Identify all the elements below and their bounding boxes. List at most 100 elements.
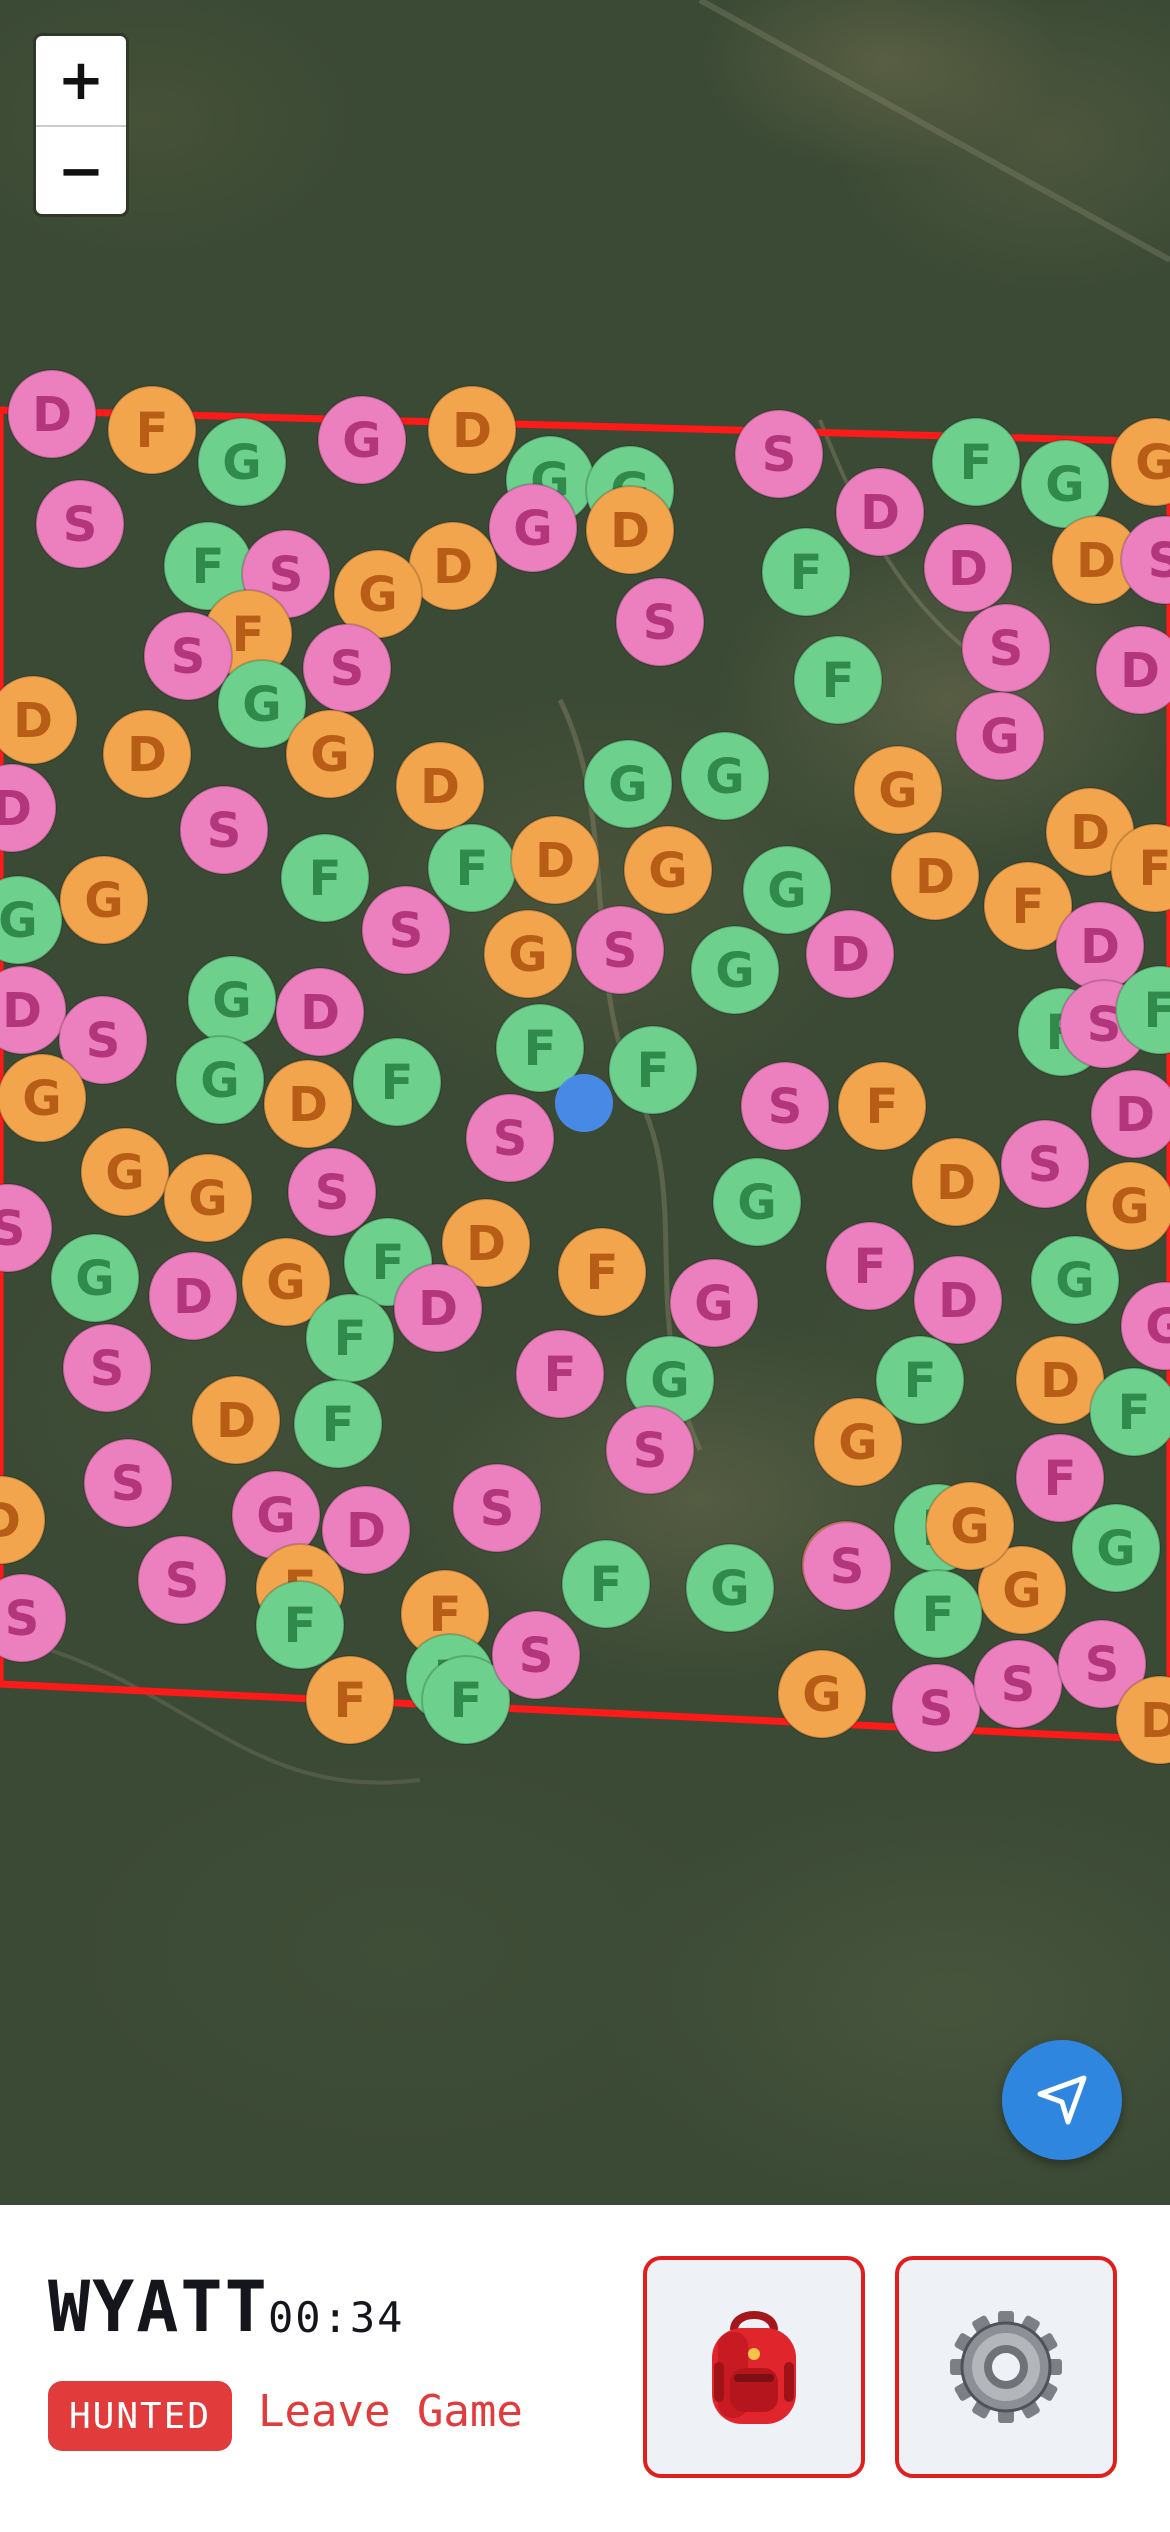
loot-marker[interactable]: F: [427, 823, 517, 913]
loot-marker[interactable]: S: [137, 1535, 227, 1625]
loot-marker[interactable]: S: [1000, 1119, 1090, 1209]
loot-marker[interactable]: G: [853, 745, 943, 835]
loot-marker[interactable]: S: [302, 623, 392, 713]
loot-marker[interactable]: G: [483, 909, 573, 999]
loot-marker[interactable]: G: [712, 1157, 802, 1247]
loot-marker[interactable]: G: [1110, 417, 1170, 507]
loot-marker[interactable]: G: [163, 1153, 253, 1243]
loot-marker[interactable]: F: [107, 385, 197, 475]
loot-marker[interactable]: F: [557, 1227, 647, 1317]
loot-marker[interactable]: G: [690, 925, 780, 1015]
loot-marker[interactable]: D: [0, 675, 78, 765]
loot-marker[interactable]: G: [187, 955, 277, 1045]
loot-marker[interactable]: G: [813, 1397, 903, 1487]
loot-marker[interactable]: G: [80, 1127, 170, 1217]
loot-marker[interactable]: S: [287, 1147, 377, 1237]
loot-marker[interactable]: G: [583, 739, 673, 829]
loot-marker[interactable]: G: [488, 483, 578, 573]
settings-button[interactable]: [895, 2256, 1117, 2478]
game-map[interactable]: DFGGDGGSDFGGSFGDDSFSGFDDSSSGSDDDGDFGGGGD…: [0, 0, 1170, 2205]
loot-marker[interactable]: S: [35, 479, 125, 569]
loot-marker[interactable]: F: [305, 1293, 395, 1383]
loot-marker[interactable]: G: [742, 845, 832, 935]
leave-game-button[interactable]: Leave Game: [258, 2390, 523, 2434]
backpack-button[interactable]: [643, 2256, 865, 2478]
loot-marker[interactable]: F: [931, 417, 1021, 507]
loot-marker[interactable]: G: [1030, 1235, 1120, 1325]
loot-marker[interactable]: S: [452, 1463, 542, 1553]
loot-marker[interactable]: D: [427, 385, 517, 475]
loot-marker[interactable]: S: [575, 905, 665, 995]
loot-marker[interactable]: D: [585, 485, 675, 575]
loot-marker[interactable]: F: [305, 1655, 395, 1745]
loot-marker[interactable]: F: [761, 527, 851, 617]
loot-marker[interactable]: G: [669, 1258, 759, 1348]
loot-marker[interactable]: G: [317, 395, 407, 485]
loot-marker[interactable]: S: [802, 1521, 892, 1611]
loot-marker[interactable]: D: [890, 831, 980, 921]
loot-marker[interactable]: G: [925, 1481, 1015, 1571]
loot-marker[interactable]: S: [361, 885, 451, 975]
loot-marker[interactable]: D: [805, 909, 895, 999]
loot-marker[interactable]: D: [395, 741, 485, 831]
loot-marker[interactable]: D: [510, 815, 600, 905]
loot-marker[interactable]: S: [615, 577, 705, 667]
loot-marker[interactable]: S: [143, 611, 233, 701]
loot-marker[interactable]: S: [891, 1663, 981, 1753]
loot-marker[interactable]: S: [491, 1610, 581, 1700]
loot-marker[interactable]: S: [740, 1061, 830, 1151]
loot-marker[interactable]: G: [1120, 1281, 1170, 1371]
loot-marker[interactable]: S: [973, 1639, 1063, 1729]
loot-marker[interactable]: D: [148, 1251, 238, 1341]
loot-marker[interactable]: S: [83, 1438, 173, 1528]
loot-marker[interactable]: D: [0, 763, 57, 853]
loot-marker[interactable]: G: [0, 1053, 87, 1143]
loot-marker[interactable]: G: [175, 1035, 265, 1125]
loot-marker[interactable]: S: [0, 1183, 53, 1273]
loot-marker[interactable]: F: [561, 1539, 651, 1629]
loot-marker[interactable]: F: [352, 1037, 442, 1127]
loot-marker[interactable]: F: [608, 1025, 698, 1115]
loot-marker[interactable]: D: [1095, 625, 1170, 715]
loot-marker[interactable]: F: [280, 833, 370, 923]
loot-marker[interactable]: F: [837, 1061, 927, 1151]
loot-marker[interactable]: D: [275, 967, 365, 1057]
zoom-in-button[interactable]: +: [36, 36, 126, 127]
loot-marker[interactable]: G: [0, 875, 63, 965]
loot-marker[interactable]: S: [62, 1323, 152, 1413]
loot-marker[interactable]: F: [255, 1580, 345, 1670]
locate-me-button[interactable]: [1002, 2040, 1122, 2160]
loot-marker[interactable]: G: [1071, 1503, 1161, 1593]
loot-marker[interactable]: D: [102, 709, 192, 799]
loot-marker[interactable]: G: [685, 1543, 775, 1633]
loot-marker[interactable]: G: [285, 709, 375, 799]
loot-marker[interactable]: G: [623, 825, 713, 915]
zoom-out-button[interactable]: −: [36, 127, 126, 214]
loot-marker[interactable]: G: [680, 731, 770, 821]
loot-marker[interactable]: F: [825, 1221, 915, 1311]
loot-marker[interactable]: S: [465, 1093, 555, 1183]
loot-marker[interactable]: D: [191, 1375, 281, 1465]
loot-marker[interactable]: G: [955, 691, 1045, 781]
loot-marker[interactable]: F: [515, 1329, 605, 1419]
loot-marker[interactable]: S: [605, 1405, 695, 1495]
loot-marker[interactable]: F: [1089, 1367, 1170, 1457]
loot-marker[interactable]: D: [0, 1475, 46, 1565]
loot-marker[interactable]: G: [1020, 439, 1110, 529]
loot-marker[interactable]: G: [59, 855, 149, 945]
loot-marker[interactable]: G: [50, 1233, 140, 1323]
loot-marker[interactable]: G: [1085, 1161, 1170, 1251]
loot-marker[interactable]: S: [0, 1573, 67, 1663]
loot-marker[interactable]: D: [923, 523, 1013, 613]
loot-marker[interactable]: D: [1090, 1069, 1170, 1159]
loot-marker[interactable]: F: [293, 1379, 383, 1469]
loot-marker[interactable]: D: [835, 467, 925, 557]
loot-marker[interactable]: D: [0, 965, 67, 1055]
loot-marker[interactable]: G: [197, 417, 287, 507]
loot-marker[interactable]: G: [777, 1649, 867, 1739]
loot-marker[interactable]: F: [793, 635, 883, 725]
loot-marker[interactable]: D: [393, 1263, 483, 1353]
loot-marker[interactable]: D: [263, 1059, 353, 1149]
loot-marker[interactable]: S: [179, 785, 269, 875]
loot-marker[interactable]: D: [911, 1137, 1001, 1227]
